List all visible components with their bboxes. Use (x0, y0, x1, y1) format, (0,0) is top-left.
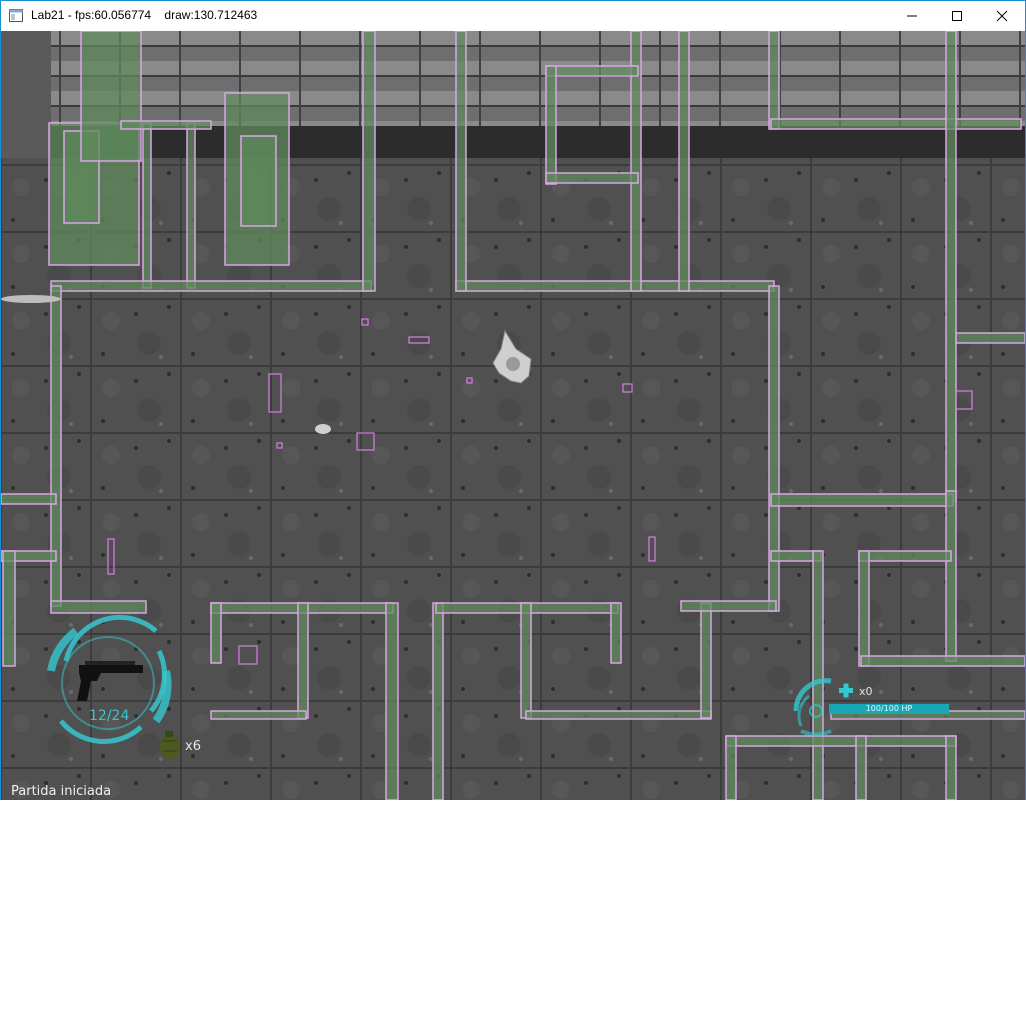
close-button[interactable] (979, 1, 1025, 31)
minimize-icon (907, 15, 917, 17)
game-viewport[interactable]: 12/24 x6 x0 100/100 HP Partida iniciada (1, 31, 1025, 800)
title-bar[interactable]: Lab21 - fps:60.056774 draw:130.712463 (1, 1, 1025, 31)
maximize-icon (952, 11, 962, 21)
close-icon (996, 10, 1008, 22)
medkit-count: x0 (859, 685, 873, 698)
debris-pipe (1, 295, 61, 303)
game-window: Lab21 - fps:60.056774 draw:130.712463 12… (0, 0, 1026, 800)
wall-shadow (1, 126, 1025, 158)
minimize-button[interactable] (889, 1, 935, 31)
app-window-icon (9, 9, 23, 22)
hp-label: 100/100 HP (865, 704, 913, 713)
debris-rock (315, 424, 331, 434)
wall-panel-left (1, 31, 51, 158)
grenade-count: x6 (185, 739, 201, 754)
status-message: Partida iniciada (11, 784, 112, 799)
back-wall (1, 31, 1025, 126)
maximize-button[interactable] (934, 1, 980, 31)
window-title: Lab21 - fps:60.056774 draw:130.712463 (31, 8, 258, 22)
ammo-counter: 12/24 (89, 708, 130, 724)
